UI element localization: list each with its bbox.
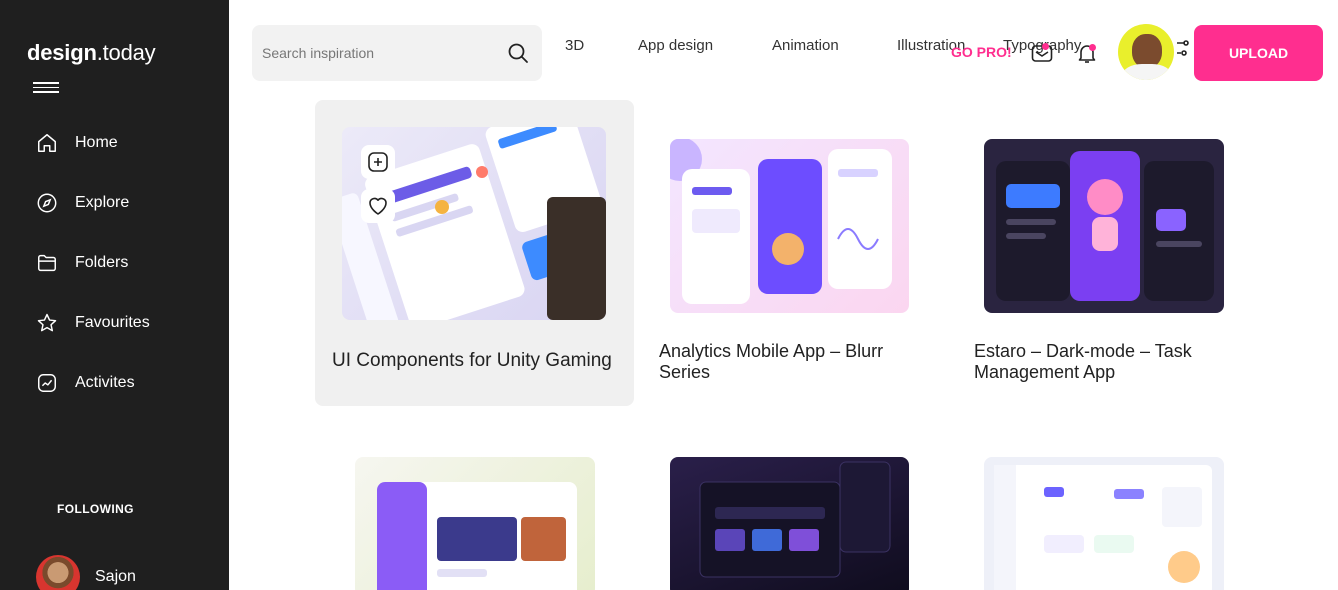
notifications-button[interactable] [1075,41,1101,67]
activity-icon [38,374,56,392]
card-thumbnail[interactable] [670,139,909,313]
add-to-collection-button[interactable] [361,145,395,179]
card-title[interactable]: Estaro – Dark-mode – Task Management App [974,341,1224,383]
card-thumbnail[interactable] [984,139,1224,313]
card-thumbnail-art [994,465,1212,590]
sidebar-item-label: Explore [75,194,130,211]
plus-square-icon [368,152,388,172]
sidebar-item-explore[interactable]: Explore [36,190,150,216]
card-title[interactable]: Analytics Mobile App – Blurr Series [659,341,909,383]
avatar [36,555,80,590]
like-button[interactable] [361,189,395,223]
following-user[interactable]: Sajon [36,555,136,590]
card-thumbnail[interactable] [670,457,909,590]
sidebar-item-favourites[interactable]: Favourites [36,310,150,336]
notification-dot [1089,44,1096,51]
card-thumbnail[interactable] [984,457,1224,590]
app: design.today Home Explore Folders Favour… [0,0,1338,590]
avatar-face [1132,34,1162,68]
user-avatar[interactable] [1118,24,1174,80]
go-pro-link[interactable]: GO PRO! [951,44,1012,60]
card-thumbnail-art [699,461,891,578]
compass-icon [37,193,57,213]
following-title: FOLLOWING [57,502,134,516]
upload-button[interactable]: UPLOAD [1194,25,1323,81]
star-icon [37,313,57,332]
folder-icon [38,254,56,272]
sidebar: design.today Home Explore Folders Favour… [0,0,229,590]
search-bar [252,25,542,81]
avatar-shirt [1122,64,1172,80]
sidebar-item-label: Home [75,134,118,151]
logo-bold: design [27,40,97,65]
sidebar-item-label: Favourites [75,314,150,331]
card-thumbnail-art [377,482,577,590]
tab-animation[interactable]: Animation [772,37,839,57]
sidebar-item-label: Activites [75,374,135,391]
sidebar-nav: Home Explore Folders Favourites Activite… [36,130,150,430]
home-icon [38,134,56,152]
following-user-name: Sajon [95,568,136,585]
card-thumbnail-art [996,151,1214,301]
search-input[interactable] [262,45,506,61]
card-thumbnail[interactable] [355,457,595,590]
notification-dot [1042,43,1049,50]
sidebar-item-label: Folders [75,254,129,271]
messages-button[interactable] [1030,41,1056,67]
sidebar-item-activites[interactable]: Activites [36,370,150,396]
menu-icon[interactable] [33,82,59,96]
settings-sliders-icon[interactable] [1176,38,1190,60]
search-icon[interactable] [506,41,530,65]
logo-light: .today [96,40,156,65]
tab-3d[interactable]: 3D [565,37,584,57]
sidebar-item-folders[interactable]: Folders [36,250,150,276]
sidebar-item-home[interactable]: Home [36,130,150,156]
logo[interactable]: design.today [27,40,156,66]
card-thumbnail-art [670,139,892,304]
heart-icon [369,197,387,215]
card-title[interactable]: UI Components for Unity Gaming [332,350,632,371]
tab-app-design[interactable]: App design [638,37,713,57]
